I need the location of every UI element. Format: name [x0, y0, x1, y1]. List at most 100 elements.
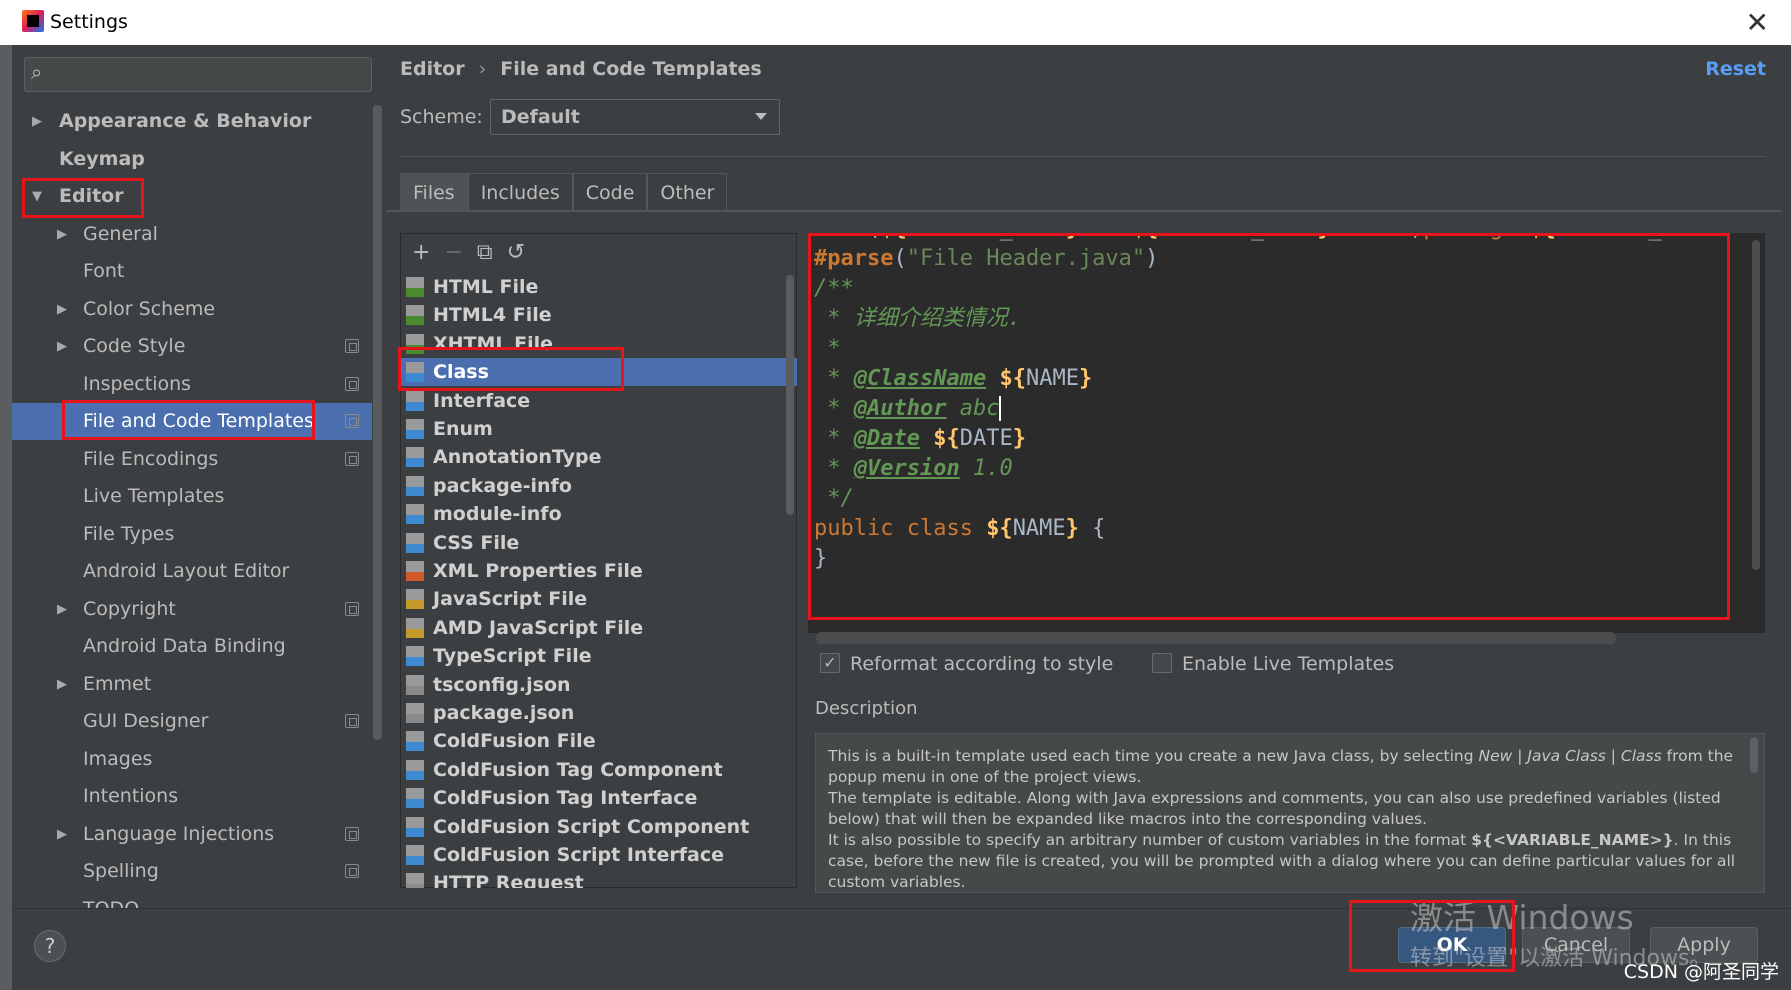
template-item[interactable]: module-info — [400, 500, 797, 528]
tab-includes[interactable]: Includes — [467, 173, 573, 211]
sidebar-item-inspections[interactable]: Inspections — [12, 366, 372, 403]
checkbox-checked-icon[interactable]: ✓ — [820, 653, 840, 673]
add-icon[interactable]: + — [412, 235, 430, 271]
template-item[interactable]: HTML4 File — [400, 301, 797, 329]
template-item[interactable]: XHTML File — [400, 330, 797, 358]
template-item-label: ColdFusion Script Component — [433, 816, 750, 838]
chevron-right-icon[interactable]: ▶ — [57, 816, 67, 853]
java-file-icon — [406, 362, 424, 382]
java-file-icon — [406, 504, 424, 524]
close-icon[interactable]: ✕ — [1746, 6, 1769, 39]
template-item-label: AMD JavaScript File — [433, 617, 644, 639]
template-item-label: Class — [433, 361, 489, 383]
project-settings-icon — [345, 339, 359, 353]
tabs-divider — [386, 210, 1781, 212]
sidebar-item-copyright[interactable]: ▶ Copyright — [12, 591, 372, 628]
template-item[interactable]: TypeScript File — [400, 642, 797, 670]
editor-horizontal-scrollbar[interactable] — [816, 632, 1616, 644]
template-item[interactable]: Class — [400, 358, 797, 386]
template-item[interactable]: tsconfig.json — [400, 671, 797, 699]
template-item[interactable]: Enum — [400, 415, 797, 443]
sidebar-item-label: Language Injections — [83, 823, 275, 845]
enable-live-templates-label: Enable Live Templates — [1182, 653, 1395, 675]
tab-files[interactable]: Files — [400, 173, 468, 211]
code-line-3: /** — [814, 276, 854, 301]
cf-file-icon — [406, 731, 424, 751]
sidebar-item-live-templates[interactable]: Live Templates — [12, 478, 372, 515]
sidebar-item-file-and-code-templates[interactable]: File and Code Templates — [12, 403, 372, 440]
sidebar-item-label: TODO — [83, 891, 139, 908]
reset-link[interactable]: Reset — [1705, 58, 1766, 80]
sidebar-item-color-scheme[interactable]: ▶ Color Scheme — [12, 291, 372, 328]
help-button[interactable]: ? — [34, 930, 66, 962]
template-item[interactable]: package-info — [400, 472, 797, 500]
window-title: Settings — [50, 11, 128, 33]
sidebar-item-label: File Types — [83, 523, 175, 545]
template-item[interactable]: CSS File — [400, 529, 797, 557]
sidebar-item-images[interactable]: Images — [12, 741, 372, 778]
template-item[interactable]: XML Properties File — [400, 557, 797, 585]
tab-code[interactable]: Code — [572, 173, 648, 211]
sidebar-item-emmet[interactable]: ▶ Emmet — [12, 666, 372, 703]
json-file-icon — [406, 675, 424, 695]
sidebar-item-language-injections[interactable]: ▶ Language Injections — [12, 816, 372, 853]
template-item[interactable]: ColdFusion Tag Interface — [400, 784, 797, 812]
sidebar-item-general[interactable]: ▶ General — [12, 216, 372, 253]
sidebar-item-editor[interactable]: ▼ Editor — [12, 178, 372, 215]
template-item[interactable]: ColdFusion Tag Component — [400, 756, 797, 784]
template-item[interactable]: HTML File — [400, 273, 797, 301]
sidebar-item-android-layout-editor[interactable]: Android Layout Editor — [12, 553, 372, 590]
chevron-down-icon[interactable]: ▼ — [32, 178, 42, 215]
template-item[interactable]: JavaScript File — [400, 585, 797, 613]
checkbox-unchecked-icon[interactable] — [1152, 653, 1172, 673]
sidebar-item-spelling[interactable]: Spelling — [12, 853, 372, 890]
sidebar-item-font[interactable]: Font — [12, 253, 372, 290]
sidebar-item-file-types[interactable]: File Types — [12, 516, 372, 553]
settings-search-input[interactable]: ⌕ — [24, 57, 372, 92]
chevron-right-icon[interactable]: ▶ — [57, 666, 67, 703]
template-item[interactable]: ColdFusion File — [400, 727, 797, 755]
template-item[interactable]: Interface — [400, 387, 797, 415]
description-scrollbar[interactable] — [1750, 737, 1758, 773]
project-settings-icon — [345, 452, 359, 466]
editor-vertical-scrollbar[interactable] — [1752, 240, 1760, 570]
chevron-right-icon[interactable]: ▶ — [57, 591, 67, 628]
template-item[interactable]: package.json — [400, 699, 797, 727]
template-list-scrollbar[interactable] — [786, 275, 794, 515]
java-file-icon — [406, 476, 424, 496]
reset-icon[interactable]: ↺ — [507, 235, 525, 271]
template-item-label: XHTML File — [433, 333, 554, 355]
sidebar-item-android-data-binding[interactable]: Android Data Binding — [12, 628, 372, 665]
template-item[interactable]: HTTP Request — [400, 869, 797, 888]
sidebar-item-intentions[interactable]: Intentions — [12, 778, 372, 815]
template-item-label: TypeScript File — [433, 645, 592, 667]
chevron-right-icon[interactable]: ▶ — [57, 328, 67, 365]
description-paragraph-1: This is a built-in template used each ti… — [828, 747, 1734, 786]
html-file-icon — [406, 277, 424, 297]
background-window-edge — [0, 45, 12, 990]
breadcrumb-item-editor[interactable]: Editor — [400, 58, 465, 80]
template-item-label: tsconfig.json — [433, 674, 571, 696]
cf-file-icon — [406, 760, 424, 780]
template-item[interactable]: AnnotationType — [400, 443, 797, 471]
sidebar-item-code-style[interactable]: ▶ Code Style — [12, 328, 372, 365]
remove-icon[interactable]: − — [444, 235, 462, 271]
template-item[interactable]: ColdFusion Script Component — [400, 813, 797, 841]
chevron-right-icon[interactable]: ▶ — [57, 216, 67, 253]
tab-other[interactable]: Other — [647, 173, 728, 211]
scheme-dropdown[interactable]: Default — [490, 99, 780, 135]
sidebar-item-label: Live Templates — [83, 485, 225, 507]
sidebar-item-todo[interactable]: TODO — [12, 891, 372, 908]
chevron-right-icon[interactable]: ▶ — [32, 103, 42, 140]
chevron-right-icon[interactable]: ▶ — [57, 291, 67, 328]
sidebar-scrollbar[interactable] — [373, 105, 382, 740]
template-code-editor[interactable]: #if (${PACKAGE_NAME} && ${PACKAGE_NAME} … — [808, 233, 1765, 633]
sidebar-item-appearance-behavior[interactable]: ▶ Appearance & Behavior — [12, 103, 372, 140]
sidebar-item-gui-designer[interactable]: GUI Designer — [12, 703, 372, 740]
windows-activation-watermark: 激活 Windows — [1410, 898, 1634, 937]
sidebar-item-keymap[interactable]: Keymap — [12, 141, 372, 178]
template-item[interactable]: ColdFusion Script Interface — [400, 841, 797, 869]
copy-icon[interactable]: ⧉ — [477, 235, 493, 271]
sidebar-item-file-encodings[interactable]: File Encodings — [12, 441, 372, 478]
template-item[interactable]: AMD JavaScript File — [400, 614, 797, 642]
